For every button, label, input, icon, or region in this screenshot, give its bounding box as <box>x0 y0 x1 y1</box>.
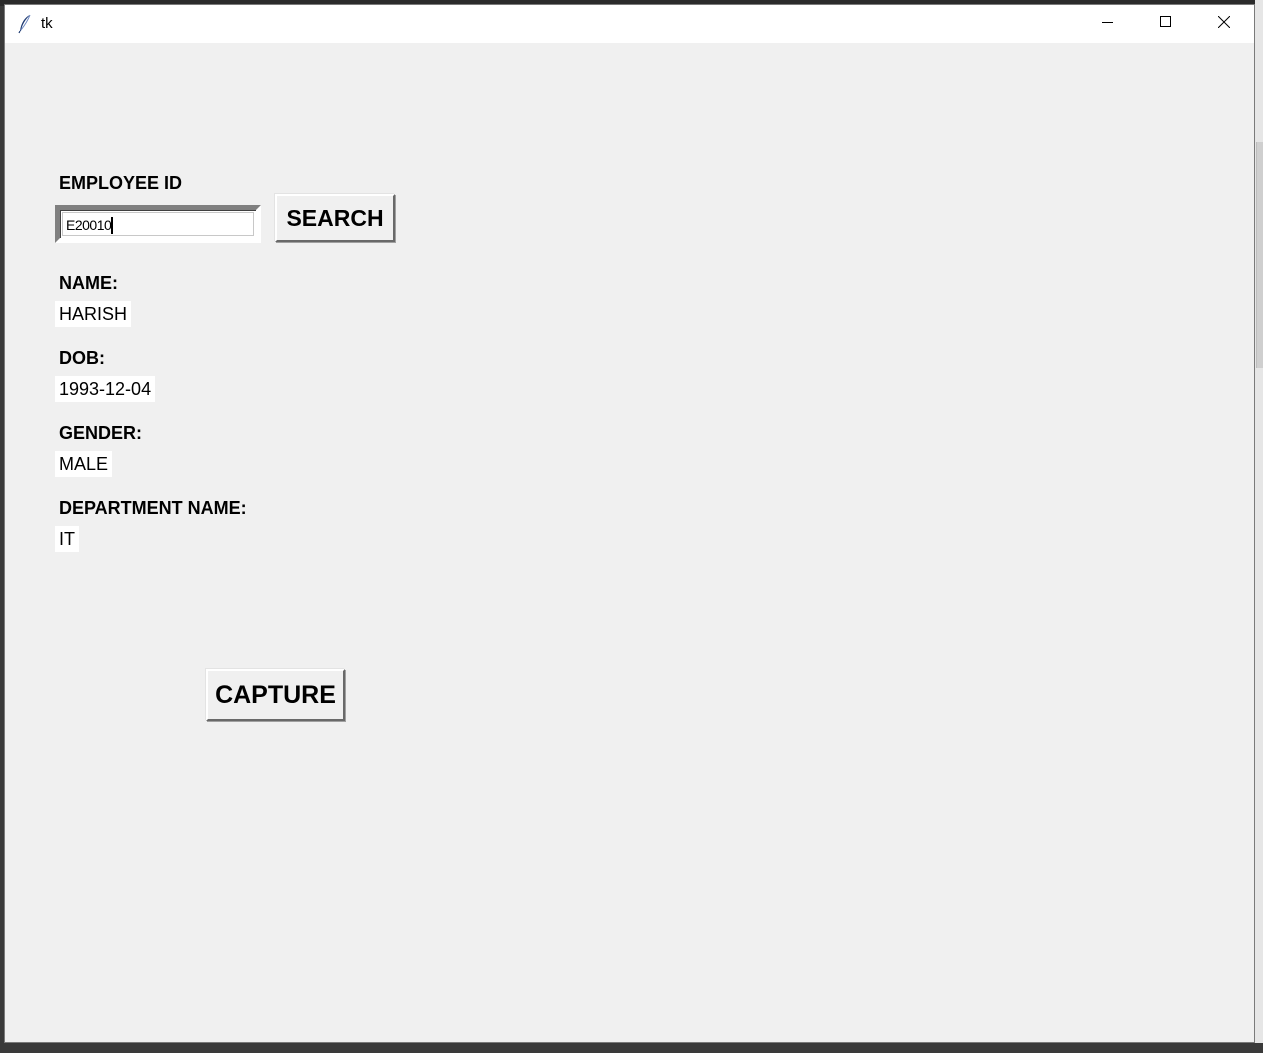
client-area: EMPLOYEE ID SEARCH NAME: HARISH DOB: 199… <box>5 43 1254 1039</box>
close-icon <box>1217 15 1231 33</box>
dob-value: 1993-12-04 <box>55 376 156 402</box>
maximize-icon <box>1160 15 1172 33</box>
window-title: tk <box>41 15 53 32</box>
desktop-background-right <box>1255 0 1263 1053</box>
employee-id-field[interactable] <box>55 205 261 243</box>
name-label: NAME: <box>59 273 118 293</box>
dob-label: DOB: <box>59 348 105 368</box>
close-button[interactable] <box>1195 5 1253 43</box>
gender-value: MALE <box>55 451 113 477</box>
title-bar[interactable]: tk <box>5 5 1254 43</box>
employee-id-field-inner <box>62 212 254 236</box>
employee-id-input[interactable] <box>66 215 246 235</box>
name-value: HARISH <box>55 301 132 327</box>
capture-button[interactable]: CAPTURE <box>206 669 345 721</box>
minimize-icon <box>1102 15 1114 33</box>
background-scrollbar <box>1256 142 1263 368</box>
minimize-button[interactable] <box>1079 5 1137 43</box>
desktop-background-bottom <box>0 1043 1263 1053</box>
maximize-button[interactable] <box>1137 5 1195 43</box>
department-label: DEPARTMENT NAME: <box>59 498 247 518</box>
app-window: tk EMPLOYEE ID SEARCH NAME: HARI <box>4 4 1255 1043</box>
search-button[interactable]: SEARCH <box>275 194 395 242</box>
feather-icon <box>17 14 33 34</box>
text-cursor <box>111 217 113 234</box>
department-value: IT <box>55 526 79 552</box>
gender-label: GENDER: <box>59 423 143 443</box>
employee-id-label: EMPLOYEE ID <box>59 173 183 193</box>
